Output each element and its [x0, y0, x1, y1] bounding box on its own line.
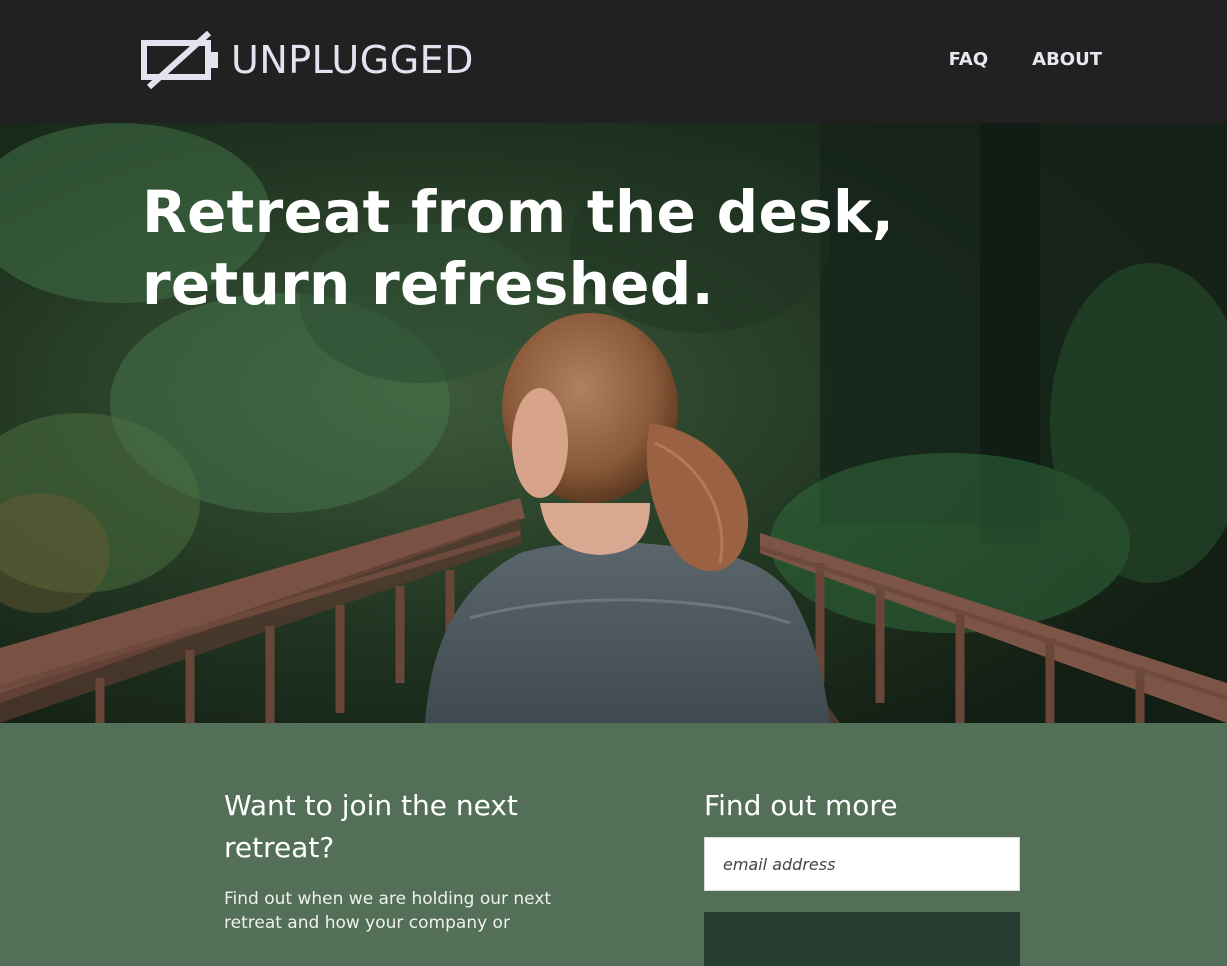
- email-input[interactable]: [704, 837, 1020, 891]
- join-heading: Want to join the next retreat?: [224, 789, 518, 864]
- unplugged-battery-icon: [141, 30, 218, 90]
- hero-title-line-2: return refreshed.: [142, 250, 714, 318]
- submit-button[interactable]: [704, 912, 1020, 966]
- logo-link[interactable]: UNPLUGGED: [141, 30, 474, 90]
- signup-section: Want to join the next retreat? Find out …: [0, 723, 1227, 966]
- hero-title: Retreat from the desk, return refreshed.: [142, 176, 902, 320]
- nav-faq[interactable]: FAQ: [949, 48, 988, 72]
- hero-title-line-1: Retreat from the desk,: [142, 178, 895, 246]
- nav-about[interactable]: ABOUT: [1032, 48, 1102, 72]
- site-header: UNPLUGGED FAQ ABOUT: [0, 0, 1227, 123]
- join-description: Find out when we are holding our next re…: [224, 889, 552, 933]
- main-nav: FAQ ABOUT: [949, 48, 1102, 72]
- join-retreat-column: Want to join the next retreat? Find out …: [224, 785, 584, 935]
- logo-text: UNPLUGGED: [231, 38, 474, 82]
- find-out-more-heading: Find out more: [704, 789, 898, 822]
- find-out-more-column: Find out more: [704, 785, 1020, 966]
- hero-section: Retreat from the desk, return refreshed.: [0, 123, 1227, 723]
